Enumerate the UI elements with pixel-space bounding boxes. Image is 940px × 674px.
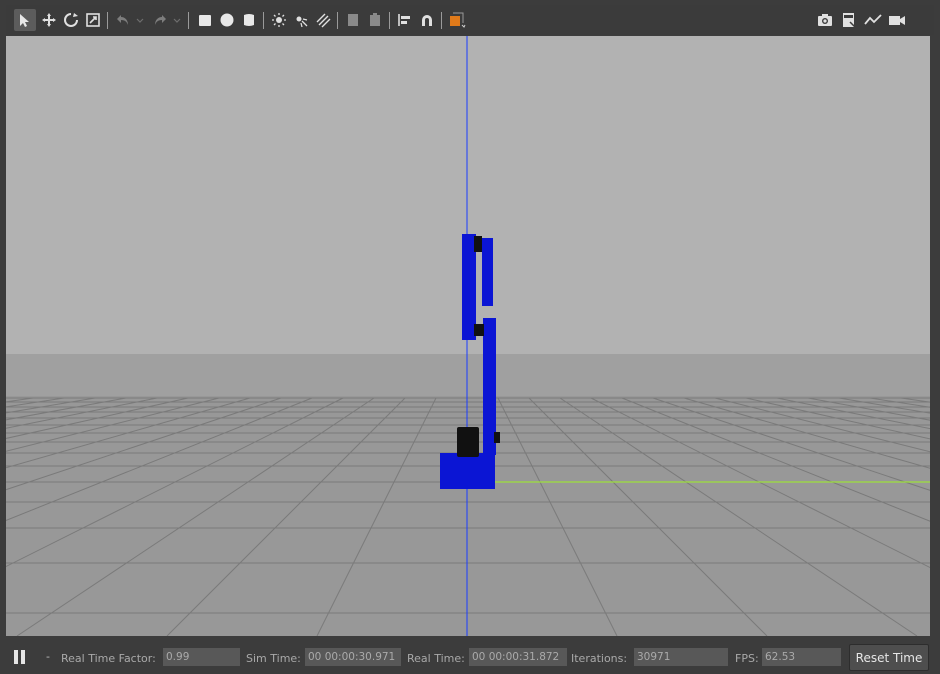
toolbar-separator — [263, 12, 264, 29]
cylinder-shape-button[interactable] — [238, 9, 260, 31]
toolbar-separator — [389, 12, 390, 29]
undo-dropdown-button[interactable] — [134, 9, 146, 31]
horizon — [6, 354, 930, 398]
shoulder-joint[interactable] — [474, 324, 484, 336]
directional-light-icon — [316, 13, 331, 28]
scene-viewport[interactable] — [6, 36, 930, 636]
sim-time-label: Sim Time: — [246, 652, 301, 665]
snap-button[interactable] — [416, 9, 438, 31]
paste-icon — [370, 13, 380, 26]
toolbar-separator — [337, 12, 338, 29]
sun-icon — [272, 13, 286, 27]
iterations-label: Iterations: — [571, 652, 628, 665]
step-indicator: - — [46, 650, 50, 663]
real-time-factor-label: Real Time Factor: — [61, 652, 156, 665]
record-video-button[interactable] — [886, 9, 908, 31]
pause-icon-bar — [21, 650, 25, 664]
paste-button[interactable] — [364, 9, 386, 31]
align-icon — [398, 14, 410, 26]
arrow-cursor-icon — [20, 14, 29, 27]
chevron-down-icon — [173, 18, 181, 23]
sphere-icon — [220, 13, 234, 27]
log-button[interactable] — [838, 9, 860, 31]
top-toolbar — [6, 5, 934, 35]
box-icon — [199, 15, 211, 26]
log-icon — [843, 13, 856, 28]
point-light-button[interactable] — [268, 9, 290, 31]
magnet-icon — [422, 15, 432, 26]
fps-label: FPS: — [735, 652, 759, 665]
copy-button[interactable] — [342, 9, 364, 31]
fps-value: 62.53 — [762, 648, 841, 666]
toolbar-separator — [441, 12, 442, 29]
scale-mode-button[interactable] — [82, 9, 104, 31]
redo-icon — [155, 15, 166, 25]
redo-button[interactable] — [149, 9, 171, 31]
box-shape-button[interactable] — [194, 9, 216, 31]
wrist-joint[interactable] — [474, 236, 482, 252]
spotlight-icon — [296, 16, 308, 28]
spot-light-button[interactable] — [290, 9, 312, 31]
move-cross-icon — [42, 13, 56, 27]
robot-base[interactable] — [440, 453, 495, 489]
view-angle-button[interactable] — [446, 9, 468, 31]
rotate-mode-button[interactable] — [60, 9, 82, 31]
wrist-link[interactable] — [482, 238, 493, 306]
video-icon — [889, 16, 905, 25]
screenshot-button[interactable] — [814, 9, 836, 31]
translate-mode-button[interactable] — [38, 9, 60, 31]
redo-dropdown-button[interactable] — [171, 9, 183, 31]
chevron-down-icon — [136, 18, 144, 23]
sim-time-value: 00 00:00:30.971 — [305, 648, 401, 666]
plot-icon — [864, 14, 882, 25]
real-time-label: Real Time: — [407, 652, 465, 665]
directional-light-button[interactable] — [312, 9, 334, 31]
sphere-shape-button[interactable] — [216, 9, 238, 31]
undo-button[interactable] — [112, 9, 134, 31]
select-mode-button[interactable] — [14, 9, 36, 31]
toolbar-separator — [188, 12, 189, 29]
upper-link[interactable] — [462, 234, 476, 340]
real-time-value: 00 00:00:31.872 — [469, 648, 567, 666]
gazebo-window: - Real Time Factor: 0.99 Sim Time: 00 00… — [0, 0, 940, 674]
scale-icon — [86, 13, 100, 27]
bottom-status-bar: - Real Time Factor: 0.99 Sim Time: 00 00… — [6, 641, 934, 674]
iterations-value: 30971 — [634, 648, 728, 666]
align-button[interactable] — [394, 9, 416, 31]
plot-button[interactable] — [862, 9, 884, 31]
pause-icon — [14, 650, 18, 664]
copy-icon — [348, 14, 358, 26]
rotate-icon — [64, 13, 78, 27]
base-joint[interactable] — [457, 427, 479, 457]
camera-icon — [818, 14, 832, 26]
view-angle-icon — [450, 12, 466, 28]
toolbar-separator — [107, 12, 108, 29]
undo-icon — [117, 15, 128, 25]
pause-button[interactable] — [12, 647, 28, 667]
reset-time-button[interactable]: Reset Time — [849, 644, 929, 671]
cylinder-icon — [244, 14, 254, 26]
scene-render[interactable] — [6, 36, 930, 636]
real-time-factor-value: 0.99 — [163, 648, 240, 666]
elbow-joint-cap — [494, 432, 500, 443]
